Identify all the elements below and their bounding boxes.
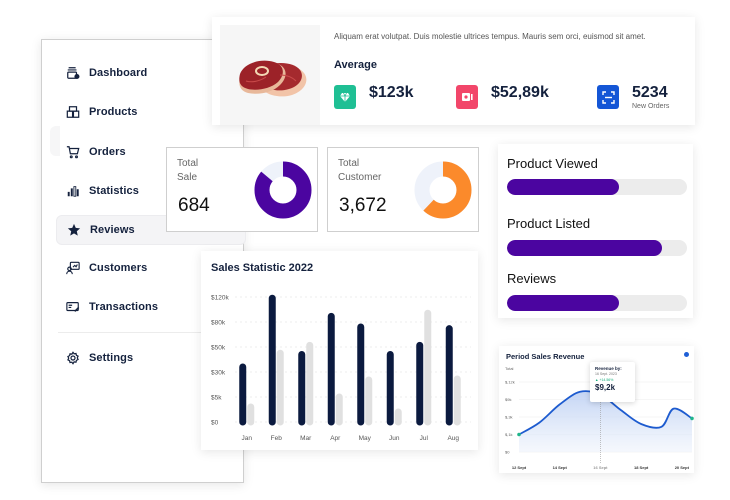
- summary-description: Aliquam erat volutpat. Duis molestie ult…: [334, 32, 646, 41]
- x-tick-label: 14 Sept: [553, 465, 568, 470]
- progress-label-product-listed: Product Listed: [507, 216, 591, 231]
- sidebar-item-label: Statistics: [89, 185, 139, 197]
- y-tick-label: $,12k: [505, 380, 515, 385]
- total-customer-card: Total Customer 3,672: [327, 147, 479, 232]
- sidebar-item-label: Transactions: [89, 301, 159, 313]
- stat-value: $52,89k: [491, 84, 549, 101]
- label-line: Sale: [177, 172, 198, 183]
- progress-fill: [507, 179, 619, 195]
- x-tick-label: 18 Sept: [634, 465, 649, 470]
- sidebar-item-label: Customers: [89, 262, 148, 274]
- total-sale-value: 684: [178, 195, 210, 216]
- bar-chart-icon: [66, 184, 80, 198]
- summary-card: Aliquam erat volutpat. Duis molestie ult…: [212, 17, 695, 125]
- customers-icon: [66, 261, 80, 275]
- line-chart-title: Period Sales Revenue: [506, 352, 585, 361]
- progress-bar-product-listed: [507, 240, 687, 256]
- meat-icon: [239, 60, 307, 97]
- product-image: [220, 25, 320, 125]
- y-tick-label: $50k: [211, 345, 226, 352]
- x-tick-label: 12 Sept: [512, 465, 527, 470]
- progress-fill: [507, 240, 662, 256]
- scan-icon: [597, 85, 619, 109]
- y-tick-label: $0: [505, 450, 510, 455]
- tooltip-change-value: +14.56%: [599, 378, 614, 382]
- gear-icon: [66, 351, 80, 365]
- data-point[interactable]: [517, 432, 521, 437]
- products-icon: [66, 105, 80, 119]
- progress-label-reviews: Reviews: [507, 271, 557, 286]
- stat-new-orders: 5234 New Orders: [597, 84, 669, 110]
- x-tick-label: Apr: [330, 435, 341, 442]
- transactions-icon: [66, 300, 80, 314]
- y-tick-label: $80k: [211, 320, 226, 327]
- revenue-tooltip: Revenue by: 16 Sept. 2023 ▲ +14.56% $9,2…: [590, 362, 635, 402]
- stat-value: 5234: [632, 84, 668, 101]
- x-tick-label: Feb: [271, 435, 283, 442]
- y-tick-label: $0: [211, 420, 219, 427]
- sidebar-item-label: Products: [89, 106, 138, 118]
- average-title: Average: [334, 59, 378, 71]
- progress-card: Product Viewed Product Listed Reviews: [498, 144, 693, 318]
- total-sale-label: Total Sale: [177, 157, 198, 185]
- x-tick-label: Mar: [300, 435, 312, 442]
- stat-average-revenue: $123k: [334, 84, 414, 109]
- y-tick-label: $120k: [211, 295, 229, 302]
- star-icon: [67, 223, 81, 237]
- label-line: Total: [177, 158, 199, 169]
- x-tick-label: Aug: [447, 435, 459, 442]
- label-line: Customer: [338, 172, 382, 183]
- stat-average-sales: $52,89k: [456, 84, 549, 109]
- progress-label-product-viewed: Product Viewed: [507, 156, 598, 171]
- sales-statistic-card: $0 $5k $30k $50k $80k $120k Jan Feb Mar Apr May Jun…: [201, 251, 478, 450]
- bar-chart-title: Sales Statistic 2022: [211, 262, 314, 274]
- data-point[interactable]: [690, 416, 694, 421]
- cart-icon: [66, 145, 80, 159]
- progress-fill: [507, 295, 619, 311]
- y-tick-label: $5k: [211, 395, 222, 402]
- sidebar-item-label: Settings: [89, 352, 134, 364]
- x-tick-label: Jun: [389, 435, 400, 442]
- stat-value: $123k: [369, 84, 414, 101]
- sidebar-item-label: Dashboard: [89, 67, 148, 79]
- ticket-icon: [456, 85, 478, 109]
- total-sale-card: Total Sale 684: [166, 147, 318, 232]
- sidebar-item-label: Reviews: [90, 224, 135, 236]
- period-sales-revenue-card: Total $0 $,1k $,3k $9k $,12k 12 Sept 14 Sept 16 …: [499, 346, 694, 473]
- progress-bar-reviews: [507, 295, 687, 311]
- x-tick-label: 16 Sept: [593, 465, 608, 470]
- x-tick-label: Jul: [420, 435, 429, 442]
- label-line: Total: [338, 158, 360, 169]
- progress-bar-product-viewed: [507, 179, 687, 195]
- total-customer-label: Total Customer: [338, 157, 381, 185]
- sales-bar-chart: $0 $5k $30k $50k $80k $120k Jan Feb Mar Apr May Jun…: [211, 295, 471, 442]
- total-customer-value: 3,672: [339, 195, 387, 216]
- y-tick-label: $9k: [505, 397, 511, 402]
- diamond-icon: [334, 85, 356, 109]
- dashboard-icon: [66, 66, 80, 80]
- x-tick-label: 20 Sept: [675, 465, 690, 470]
- stat-sublabel: New Orders: [632, 103, 670, 110]
- sidebar-item-label: Orders: [89, 146, 126, 158]
- tooltip-change: ▲ +14.56%: [595, 378, 614, 382]
- total-customer-donut: [414, 161, 472, 219]
- x-tick-label: Jan: [242, 435, 253, 442]
- info-icon[interactable]: [684, 352, 689, 357]
- total-sale-donut: [254, 161, 312, 219]
- x-tick-label: May: [359, 435, 372, 442]
- y-tick-label: $30k: [211, 370, 226, 377]
- tooltip-date: 16 Sept. 2023: [595, 372, 617, 376]
- y-tick-label: $,1k: [505, 432, 513, 437]
- tooltip-value: $9,2k: [595, 383, 616, 392]
- tooltip-title: Revenue by:: [595, 366, 622, 371]
- y-tick-label: $,3k: [505, 415, 513, 420]
- y-axis-label: Total: [505, 366, 514, 371]
